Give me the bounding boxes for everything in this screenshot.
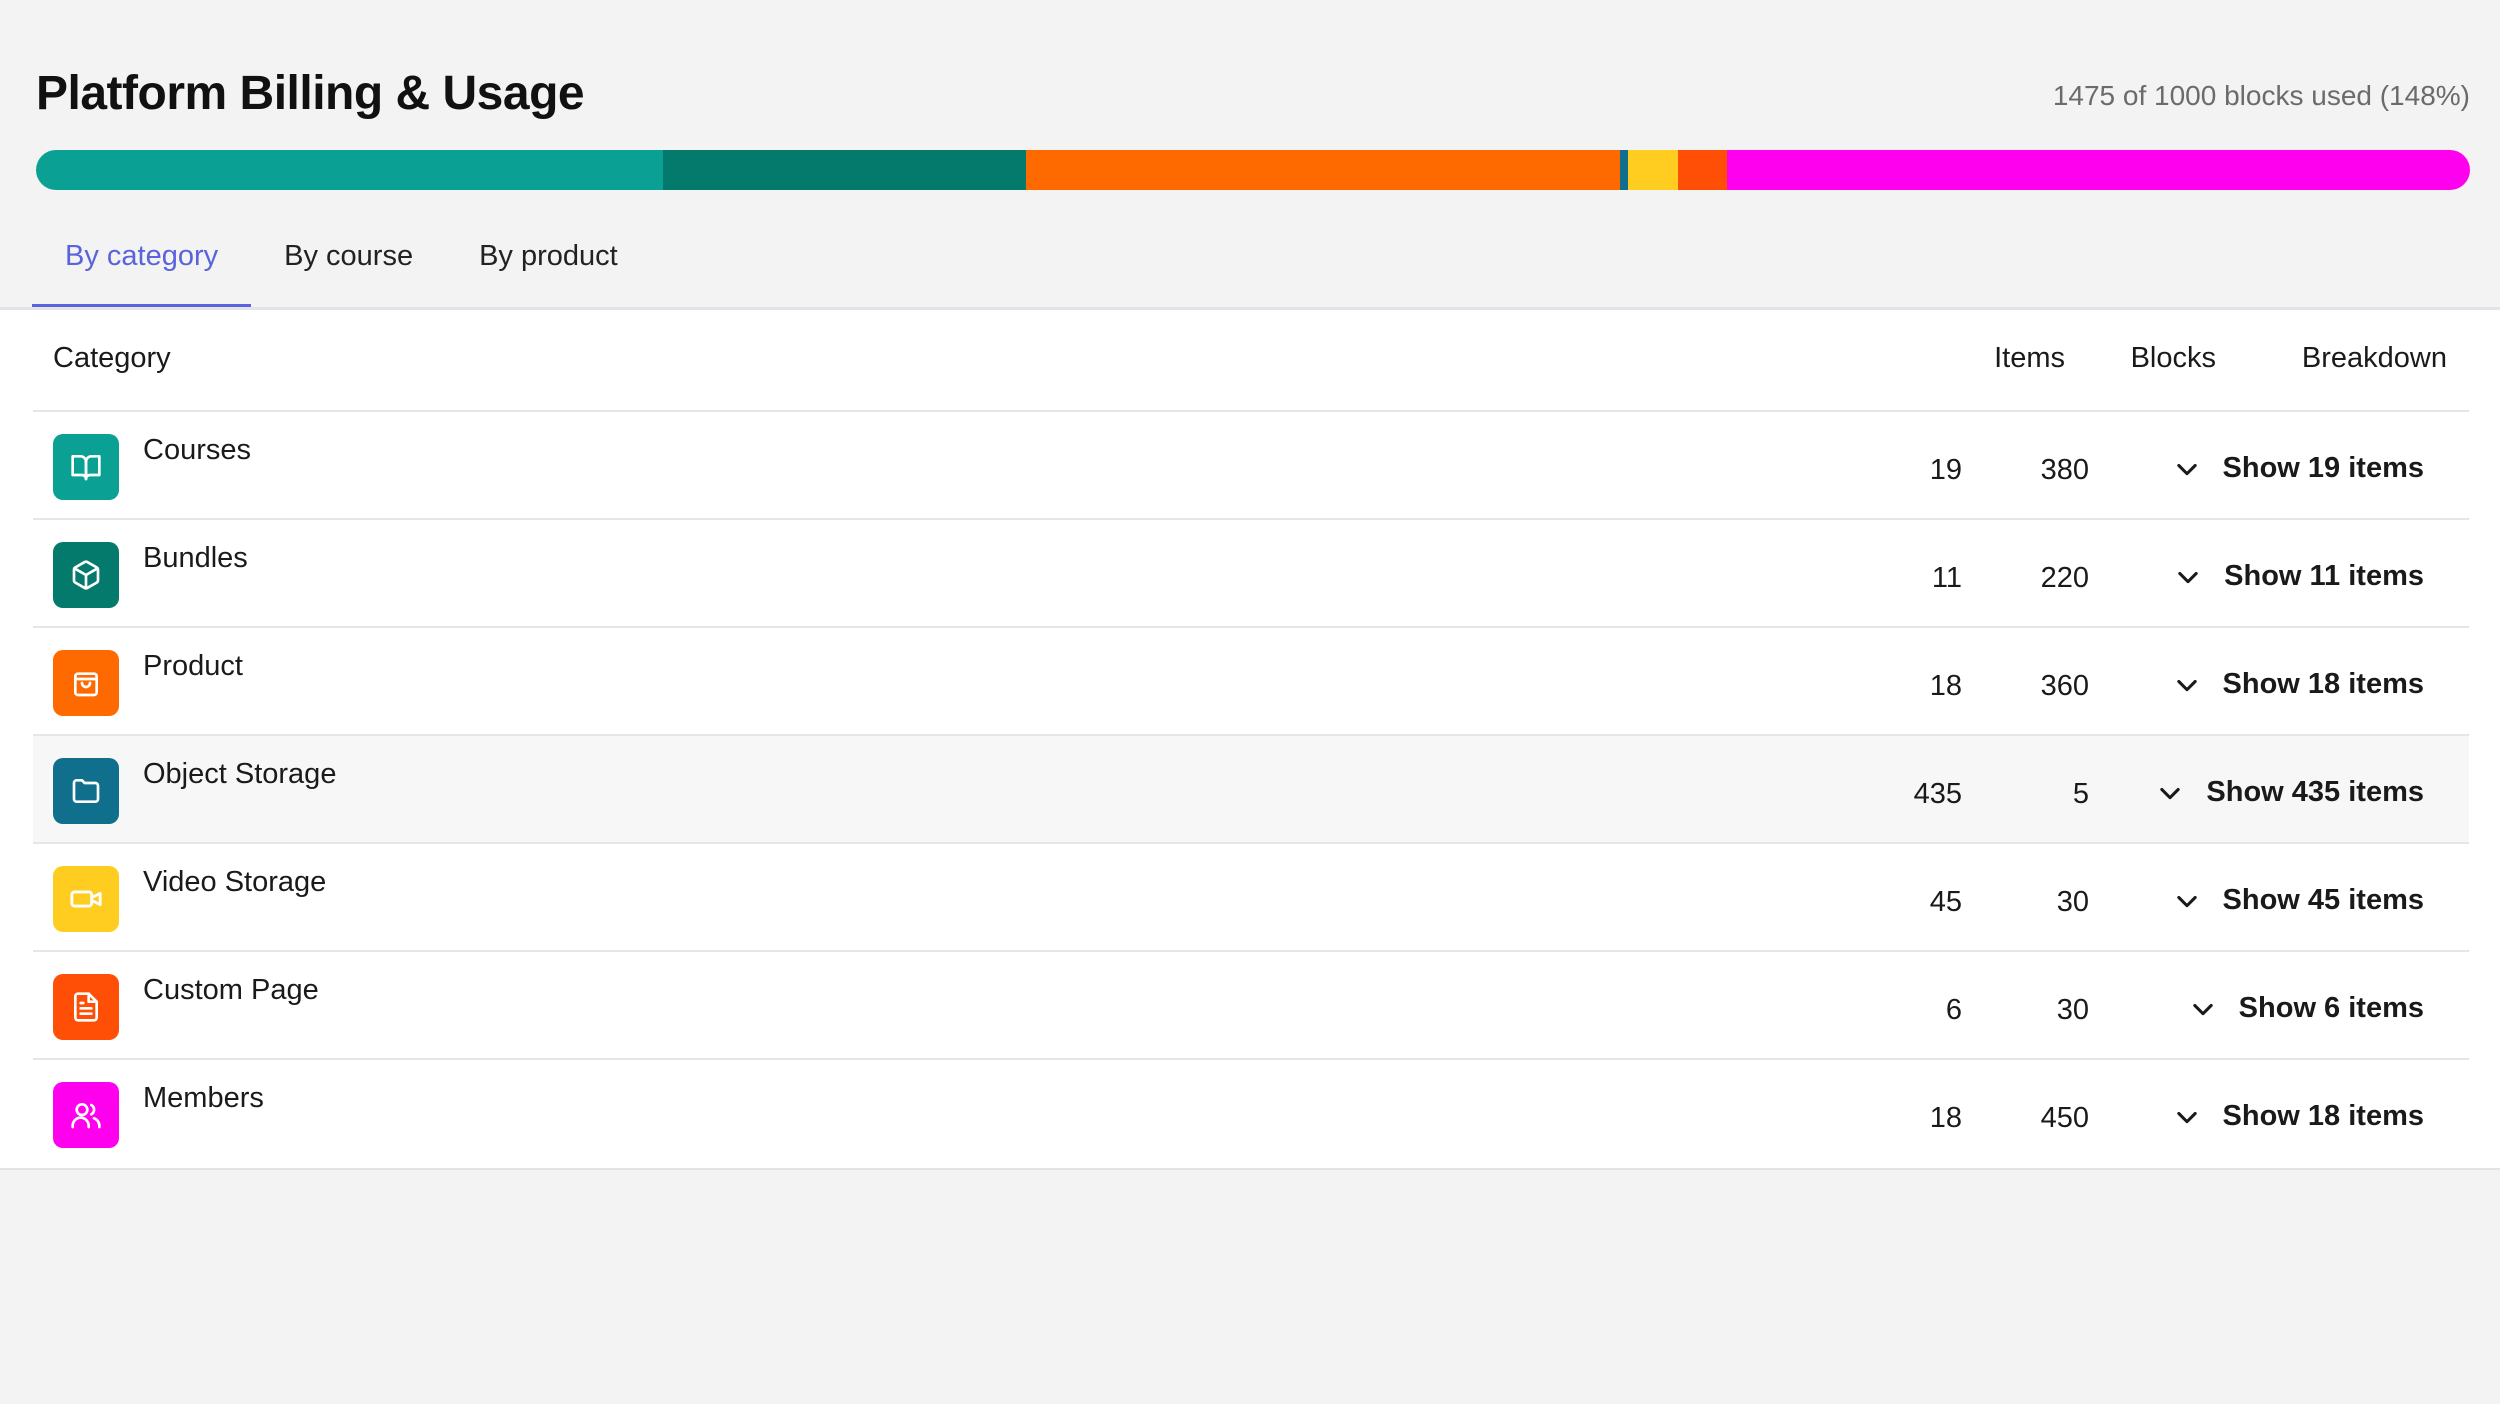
page-title: Platform Billing & Usage [36,67,585,120]
items-count: 19 [1929,454,1962,486]
shopping-bag-icon [53,650,119,716]
show-items-button[interactable]: Show 435 items [2156,776,2424,809]
show-items-button[interactable]: Show 45 items [2173,884,2424,917]
category-name: Object Storage [143,758,337,790]
view-tabs: By category By course By product [32,228,651,308]
category-name: Members [143,1082,264,1114]
show-items-label: Show 435 items [2206,776,2424,808]
users-icon [53,1082,119,1148]
items-count: 45 [1929,886,1962,918]
items-count: 6 [1945,994,1962,1026]
book-icon [53,434,119,500]
show-items-label: Show 18 items [2222,668,2424,700]
column-header-breakdown: Breakdown [2301,342,2447,374]
chevron-down-icon [2176,463,2197,475]
blocks-count: 30 [2056,994,2089,1026]
table-row: Product 18 360 Show 18 items [33,628,2469,736]
chevron-down-icon [2192,1003,2213,1015]
table-row: Members 18 450 Show 18 items [33,1060,2469,1166]
blocks-count: 360 [2040,670,2089,702]
usage-bar [36,150,2470,190]
chevron-down-icon [2176,1111,2197,1123]
chevron-down-icon [2176,679,2197,691]
show-items-button[interactable]: Show 6 items [2189,992,2424,1025]
billing-panel: Platform Billing & Usage 1475 of 1000 bl… [0,0,2500,1170]
category-name: Product [143,650,243,682]
blocks-count: 5 [2072,778,2089,810]
category-name: Video Storage [143,866,327,898]
column-header-category: Category [53,342,171,374]
usage-segment-courses [36,150,664,190]
category-name: Bundles [143,542,248,574]
show-items-button[interactable]: Show 18 items [2173,1100,2424,1133]
show-items-label: Show 18 items [2222,1100,2424,1132]
category-table: Category Items Blocks Breakdown Courses … [0,310,2500,1170]
show-items-button[interactable]: Show 11 items [2174,560,2424,593]
blocks-count: 30 [2056,886,2089,918]
usage-segment-bundles [663,150,1027,190]
table-row: Courses 19 380 Show 19 items [33,412,2469,520]
category-name: Custom Page [143,974,319,1006]
table-row: Video Storage 45 30 Show 45 items [33,844,2469,952]
usage-summary: 1475 of 1000 blocks used (148%) [2052,80,2470,111]
blocks-count: 380 [2040,454,2089,486]
items-count: 11 [1931,562,1962,594]
show-items-label: Show 11 items [2224,560,2424,592]
folder-icon [53,758,119,824]
tab-by-course[interactable]: By course [251,228,446,294]
usage-segment-custom-page [1677,150,1728,190]
usage-segment-video-storage [1628,150,1678,190]
table-row: Custom Page 6 30 Show 6 items [33,952,2469,1060]
show-items-button[interactable]: Show 19 items [2173,452,2424,485]
category-name: Courses [143,434,251,466]
usage-segment-object-storage [1620,150,1629,190]
column-header-items: Items [1994,342,2065,374]
show-items-label: Show 19 items [2222,452,2424,484]
table-row: Object Storage 435 5 Show 435 items [33,736,2469,844]
chevron-down-icon [2178,571,2198,583]
usage-segment-members [1727,150,2470,190]
chevron-down-icon [2160,787,2181,799]
show-items-button[interactable]: Show 18 items [2173,668,2424,701]
items-count: 18 [1929,1102,1962,1134]
items-count: 435 [1913,778,1962,810]
video-camera-icon [53,866,119,932]
table-row: Bundles 11 220 Show 11 items [33,520,2469,628]
chevron-down-icon [2176,895,2197,907]
tab-by-product[interactable]: By product [446,228,651,294]
document-icon [53,974,119,1040]
items-count: 18 [1929,670,1962,702]
show-items-label: Show 45 items [2222,884,2424,916]
table-header: Category Items Blocks Breakdown [33,310,2469,412]
blocks-count: 450 [2040,1102,2089,1134]
usage-segment-product [1026,150,1621,190]
column-header-blocks: Blocks [2130,342,2216,374]
tab-by-category[interactable]: By category [32,228,252,308]
blocks-count: 220 [2040,562,2089,594]
box-icon [53,542,119,608]
show-items-label: Show 6 items [2238,992,2424,1024]
